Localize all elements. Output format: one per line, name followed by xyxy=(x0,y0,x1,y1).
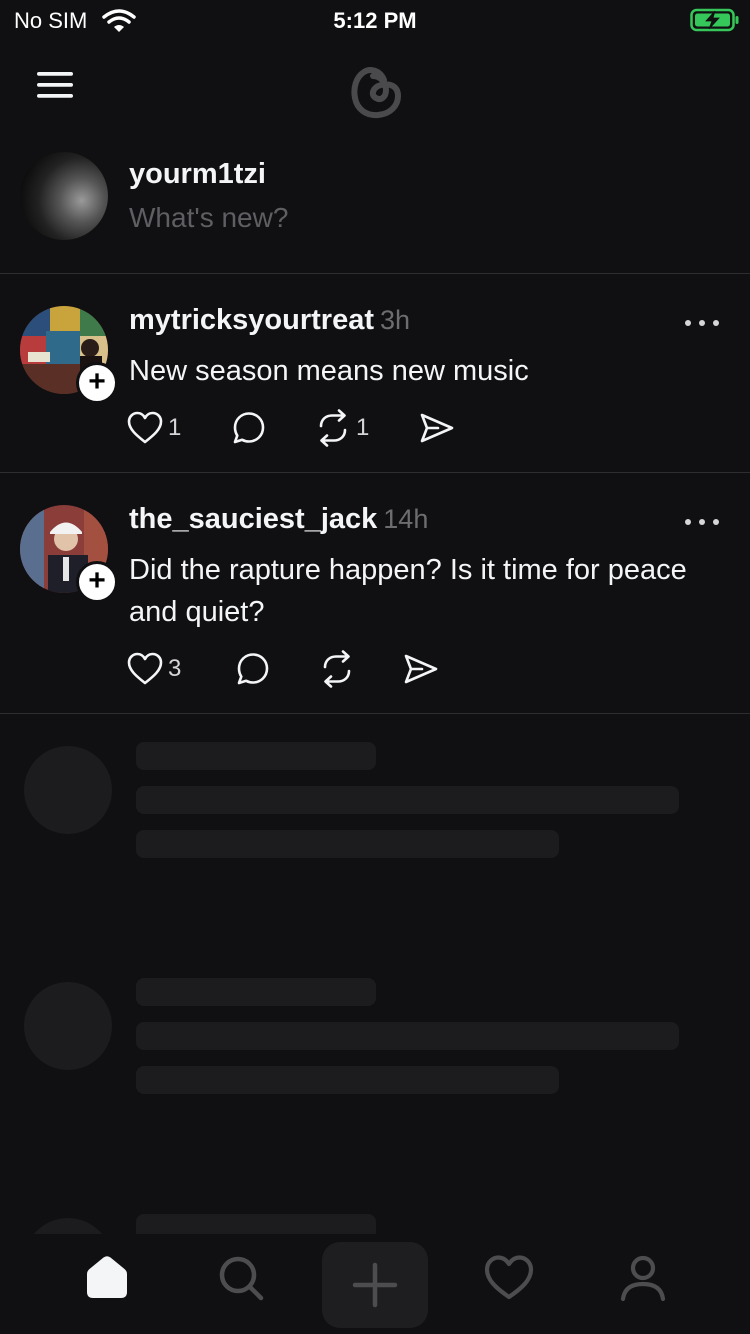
loading-placeholder xyxy=(0,950,750,1130)
search-icon xyxy=(219,1256,264,1301)
follow-button[interactable]: + xyxy=(76,561,118,603)
share-button[interactable] xyxy=(418,406,456,450)
post-text: New season means new music xyxy=(129,355,529,387)
author-avatar[interactable]: + xyxy=(20,505,118,603)
like-button[interactable]: 3 xyxy=(126,647,181,691)
repost-icon xyxy=(319,409,347,447)
share-icon xyxy=(420,413,454,443)
clock: 5:12 PM xyxy=(333,8,417,33)
composer-username: yourm1tzi xyxy=(129,158,266,190)
like-count: 3 xyxy=(168,655,182,682)
composer-placeholder[interactable]: What's new? xyxy=(129,202,288,234)
skeleton-avatar xyxy=(24,746,112,834)
skeleton-avatar xyxy=(24,1218,112,1234)
thread-post[interactable]: + mytricksyourtreat 3h New season means n… xyxy=(0,274,750,472)
skeleton-line xyxy=(136,978,376,1006)
new-thread-composer[interactable]: yourm1tzi What's new? xyxy=(0,138,750,272)
heart-icon xyxy=(127,411,163,444)
tab-home[interactable] xyxy=(52,1234,162,1322)
tab-search[interactable] xyxy=(186,1234,296,1322)
like-count: 1 xyxy=(168,414,182,441)
skeleton-avatar xyxy=(24,982,112,1070)
heart-icon xyxy=(484,1255,534,1300)
plus-icon xyxy=(352,1262,398,1308)
top-bar xyxy=(0,48,750,138)
tab-activity[interactable] xyxy=(454,1234,564,1322)
home-icon xyxy=(87,1256,127,1298)
share-button[interactable] xyxy=(402,647,440,691)
like-button[interactable]: 1 xyxy=(126,406,181,450)
repost-count: 1 xyxy=(356,414,370,441)
more-options-icon[interactable] xyxy=(684,318,720,328)
heart-icon xyxy=(127,652,163,685)
comment-icon xyxy=(233,412,265,444)
profile-icon xyxy=(620,1255,666,1302)
battery-charging-icon xyxy=(690,8,739,32)
reply-button[interactable] xyxy=(234,647,272,691)
repost-icon xyxy=(323,650,351,688)
thread-post[interactable]: + the_sauciest_jack 14h Did the rapture h… xyxy=(0,473,750,713)
loading-placeholder xyxy=(0,1186,750,1234)
comment-icon xyxy=(237,653,269,685)
post-header: the_sauciest_jack 14h xyxy=(129,503,428,536)
repost-button[interactable] xyxy=(318,647,360,691)
skeleton-line xyxy=(136,1066,559,1094)
skeleton-line xyxy=(136,742,376,770)
tab-profile[interactable] xyxy=(588,1234,698,1322)
reply-button[interactable] xyxy=(230,406,268,450)
tab-create[interactable] xyxy=(322,1242,428,1328)
author-name[interactable]: the_sauciest_jack xyxy=(129,503,377,535)
skeleton-line xyxy=(136,786,679,814)
share-icon xyxy=(404,654,438,684)
post-header: mytricksyourtreat 3h xyxy=(129,304,410,337)
post-actions: 1 1 xyxy=(126,406,526,450)
more-options-icon[interactable] xyxy=(684,517,720,527)
author-avatar[interactable]: + xyxy=(20,306,118,404)
post-time: 3h xyxy=(380,305,411,335)
loading-placeholder xyxy=(0,714,750,894)
post-text: Did the rapture happen? Is it time for p… xyxy=(129,554,687,628)
bottom-tab-bar xyxy=(0,1234,750,1334)
author-name[interactable]: mytricksyourtreat xyxy=(129,304,374,336)
status-bar: No SIM 5:12 PM xyxy=(0,0,750,40)
menu-icon[interactable] xyxy=(36,70,74,100)
skeleton-line xyxy=(136,1214,376,1234)
repost-button[interactable]: 1 xyxy=(314,406,369,450)
skeleton-line xyxy=(136,1022,679,1050)
post-actions: 3 xyxy=(126,647,526,691)
skeleton-line xyxy=(136,830,559,858)
post-time: 14h xyxy=(383,504,429,534)
threads-logo-icon[interactable] xyxy=(340,54,410,124)
follow-button[interactable]: + xyxy=(76,362,118,404)
avatar[interactable] xyxy=(20,152,108,240)
